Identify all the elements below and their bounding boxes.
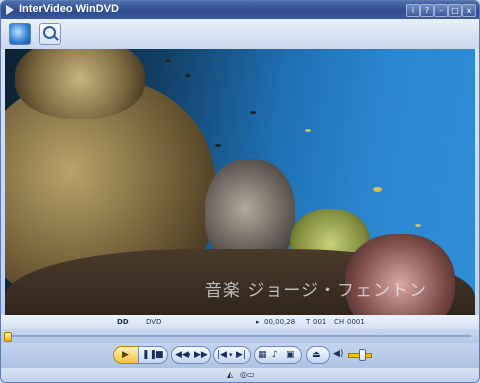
seek-thumb[interactable] [4,332,12,342]
chapter-number: 0001 [347,318,365,326]
title-number: 001 [313,318,327,326]
help-button[interactable]: ? [420,4,434,17]
info-button[interactable]: i [406,4,420,17]
coral-top [15,49,145,119]
play-button[interactable]: ▶ [113,346,139,364]
pause-stop-group: ❚❚ ■ [138,346,168,364]
fish [373,187,382,192]
play-indicator-icon: ▸ [256,318,260,326]
eject-icon: ⏏ [312,350,321,360]
title-prefix: T [306,318,311,326]
next-chapter-icon[interactable]: ▶| [236,349,246,361]
menu-group: ▦ ♪ ▣ [254,346,302,364]
toolbar [1,19,479,49]
fast-forward-icon[interactable]: ▶▶ [194,349,208,361]
subtitle-caption: 音楽 ジョージ・フェントン [204,281,427,301]
seek-track[interactable] [9,335,471,337]
video-area[interactable]: 音楽 ジョージ・フェントン [5,49,475,315]
fish [305,129,311,132]
dvd-label: DVD [146,318,162,326]
fish [165,59,171,62]
chevron-down-icon[interactable]: ▾ [229,349,233,361]
seek-group: ◀◀ ▾ ▶▶ [171,346,211,364]
elapsed-time: 00,00,28 [264,318,296,326]
status-bar: ◭ ◎▭ [1,368,479,382]
fish [250,111,256,114]
volume-thumb[interactable] [359,349,366,361]
dolby-digital-label: DD [117,318,129,326]
menu-icon[interactable]: ▦ [258,349,267,361]
chevron-down-icon[interactable]: ▾ [187,349,191,361]
fish [215,144,221,147]
windvd-logo-icon [6,5,14,15]
eject-button[interactable]: ⏏ [306,346,330,364]
display-mode-icon[interactable]: ◎▭ [240,369,255,381]
chapter-group: |◀ ▾ ▶| [213,346,251,364]
close-button[interactable]: x [462,4,476,17]
speaker-icon[interactable]: ◀) [333,348,343,360]
zoom-button[interactable] [39,23,61,45]
open-disc-button[interactable] [9,23,31,45]
mini-mode-icon[interactable]: ◭ [227,369,233,381]
play-icon: ▶ [122,350,129,360]
magnifier-handle-icon [53,35,59,41]
stop-icon[interactable]: ■ [155,349,164,361]
subtitle-icon[interactable]: ▣ [286,349,295,361]
title-bar[interactable]: InterVideo WinDVD i ? – □ x [1,1,479,19]
info-bar: DD DVD ▸ 00,00,28 T 001 CH 0001 [1,315,479,329]
coral-pink [345,234,455,315]
windvd-window: InterVideo WinDVD i ? – □ x 音楽 ジョージ・フェント… [0,0,480,383]
previous-chapter-icon[interactable]: |◀ [217,349,227,361]
chapter-prefix: CH [334,318,345,326]
playback-controls: ▶ ❚❚ ■ ◀◀ ▾ ▶▶ |◀ ▾ ▶| ▦ ♪ ▣ ⏏ ◀) [1,343,479,368]
audio-icon[interactable]: ♪ [272,349,278,361]
fish [415,224,421,227]
maximize-button[interactable]: □ [448,4,462,17]
fish [185,74,191,77]
window-title: InterVideo WinDVD [19,3,119,15]
minimize-button[interactable]: – [434,4,448,17]
seek-bar[interactable] [1,329,479,343]
